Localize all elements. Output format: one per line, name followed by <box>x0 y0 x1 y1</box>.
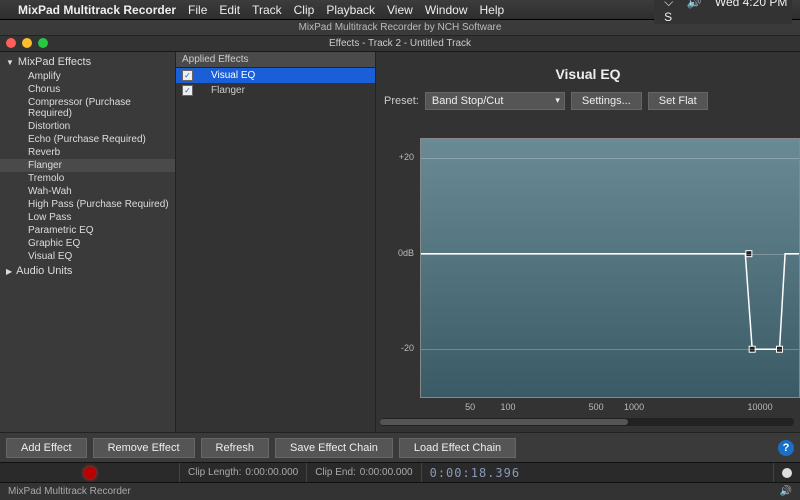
checkbox-icon[interactable]: ✓ <box>182 85 193 96</box>
clip-length-value: 0:00:00.000 <box>245 467 298 478</box>
disclosure-triangle-icon[interactable]: ▼ <box>6 58 14 67</box>
applied-effect-label: Flanger <box>211 85 245 96</box>
effect-tremolo[interactable]: Tremolo <box>0 172 175 185</box>
effect-editor-panel: Visual EQ Preset: Band Stop/Cut Settings… <box>376 52 800 432</box>
applied-effect-visual-eq[interactable]: ✓ Visual EQ <box>176 68 375 83</box>
effect-flanger[interactable]: Flanger <box>0 159 175 172</box>
tree-root-label: Audio Units <box>16 265 72 277</box>
menu-file[interactable]: File <box>188 3 207 17</box>
effect-echo-purchase-required-[interactable]: Echo (Purchase Required) <box>0 133 175 146</box>
menu-playback[interactable]: Playback <box>326 3 375 17</box>
y-tick-label: 0dB <box>398 248 414 258</box>
tree-root-label: MixPad Effects <box>18 56 91 68</box>
effect-reverb[interactable]: Reverb <box>0 146 175 159</box>
menu-window[interactable]: Window <box>425 3 468 17</box>
window-controls <box>6 38 48 48</box>
applied-effects-header: Applied Effects <box>176 52 375 68</box>
x-axis-labels: 50 100 500 1000 10000 <box>420 402 800 416</box>
x-tick-label: 100 <box>501 402 516 412</box>
record-button[interactable] <box>84 467 96 479</box>
y-tick-label: -20 <box>401 343 414 353</box>
x-tick-label: 1000 <box>624 402 644 412</box>
minimize-button[interactable] <box>22 38 32 48</box>
scrollbar-thumb[interactable] <box>380 419 628 425</box>
set-flat-button[interactable]: Set Flat <box>648 92 708 110</box>
checkbox-icon[interactable]: ✓ <box>182 70 193 81</box>
eq-plot-area[interactable] <box>420 138 800 398</box>
clip-length-label: Clip Length: <box>188 467 241 478</box>
eq-curve-line[interactable] <box>421 254 799 350</box>
y-axis-labels: +20 0dB -20 <box>384 138 418 398</box>
preset-label: Preset: <box>384 95 419 107</box>
gridline <box>421 349 799 350</box>
zoom-button[interactable] <box>38 38 48 48</box>
toggle-dot-icon[interactable] <box>782 468 792 478</box>
load-chain-button[interactable]: Load Effect Chain <box>399 438 516 458</box>
applied-effect-flanger[interactable]: ✓ Flanger <box>176 83 375 98</box>
gridline <box>421 254 799 255</box>
close-button[interactable] <box>6 38 16 48</box>
transport-bar: Clip Length: 0:00:00.000 Clip End: 0:00:… <box>0 462 800 482</box>
menu-track[interactable]: Track <box>252 3 282 17</box>
applied-effects-panel: Applied Effects ✓ Visual EQ ✓ Flanger <box>176 52 376 432</box>
menu-help[interactable]: Help <box>480 3 505 17</box>
tree-root-mixpad[interactable]: ▼ MixPad Effects <box>0 54 175 70</box>
effect-visual-eq[interactable]: Visual EQ <box>0 250 175 263</box>
eq-chart[interactable]: +20 0dB -20 50 100 500 1000 10000 <box>384 138 800 422</box>
effect-amplify[interactable]: Amplify <box>0 70 175 83</box>
help-icon[interactable]: ? <box>778 440 794 456</box>
refresh-button[interactable]: Refresh <box>201 438 270 458</box>
effect-graphic-eq[interactable]: Graphic EQ <box>0 237 175 250</box>
y-tick-label: +20 <box>399 152 414 162</box>
add-effect-button[interactable]: Add Effect <box>6 438 87 458</box>
settings-button[interactable]: Settings... <box>571 92 642 110</box>
eq-curve[interactable] <box>421 139 799 397</box>
menu-edit[interactable]: Edit <box>219 3 240 17</box>
preset-dropdown[interactable]: Band Stop/Cut <box>425 92 565 110</box>
effects-toolbar: Add Effect Remove Effect Refresh Save Ef… <box>0 432 800 462</box>
effect-chorus[interactable]: Chorus <box>0 83 175 96</box>
effect-high-pass-purchase-required-[interactable]: High Pass (Purchase Required) <box>0 198 175 211</box>
effect-compressor-purchase-required-[interactable]: Compressor (Purchase Required) <box>0 96 175 120</box>
menu-view[interactable]: View <box>387 3 413 17</box>
clip-end-label: Clip End: <box>315 467 356 478</box>
timecode-display: 0:00:18.396 <box>430 466 520 480</box>
effect-low-pass[interactable]: Low Pass <box>0 211 175 224</box>
spotlight-icon[interactable]: S <box>664 10 672 24</box>
x-tick-label: 10000 <box>748 402 773 412</box>
menu-clip[interactable]: Clip <box>294 3 315 17</box>
tree-root-audiounits[interactable]: ▶ Audio Units <box>0 263 175 279</box>
x-tick-label: 50 <box>465 402 475 412</box>
app-menu[interactable]: MixPad Multitrack Recorder <box>18 3 176 17</box>
x-tick-label: 500 <box>589 402 604 412</box>
applied-effect-label: Visual EQ <box>211 70 255 81</box>
save-chain-button[interactable]: Save Effect Chain <box>275 438 393 458</box>
window-subtitle: Effects - Track 2 - Untitled Track <box>0 36 800 52</box>
menubar-status: ⌵ 🔊 Wed 4:20 PM S <box>654 0 792 24</box>
effects-tree: ▼ MixPad Effects AmplifyChorusCompressor… <box>0 52 176 432</box>
remove-effect-button[interactable]: Remove Effect <box>93 438 195 458</box>
effect-wah-wah[interactable]: Wah-Wah <box>0 185 175 198</box>
preset-row: Preset: Band Stop/Cut Settings... Set Fl… <box>376 88 800 114</box>
status-app-label: MixPad Multitrack Recorder <box>8 486 131 497</box>
effect-parametric-eq[interactable]: Parametric EQ <box>0 224 175 237</box>
status-bar: MixPad Multitrack Recorder 🔊 <box>0 482 800 500</box>
effect-title: Visual EQ <box>376 52 800 88</box>
volume-icon[interactable]: 🔊 <box>687 0 702 9</box>
speaker-icon[interactable]: 🔊 <box>780 486 792 497</box>
wifi-icon[interactable]: ⌵ <box>664 0 673 9</box>
effect-distortion[interactable]: Distortion <box>0 120 175 133</box>
clip-end-value: 0:00:00.000 <box>360 467 413 478</box>
system-menubar: MixPad Multitrack Recorder File Edit Tra… <box>0 0 800 20</box>
clock: Wed 4:20 PM <box>715 0 787 9</box>
disclosure-triangle-icon[interactable]: ▶ <box>6 267 12 276</box>
gridline <box>421 158 799 159</box>
horizontal-scrollbar[interactable] <box>380 418 794 426</box>
